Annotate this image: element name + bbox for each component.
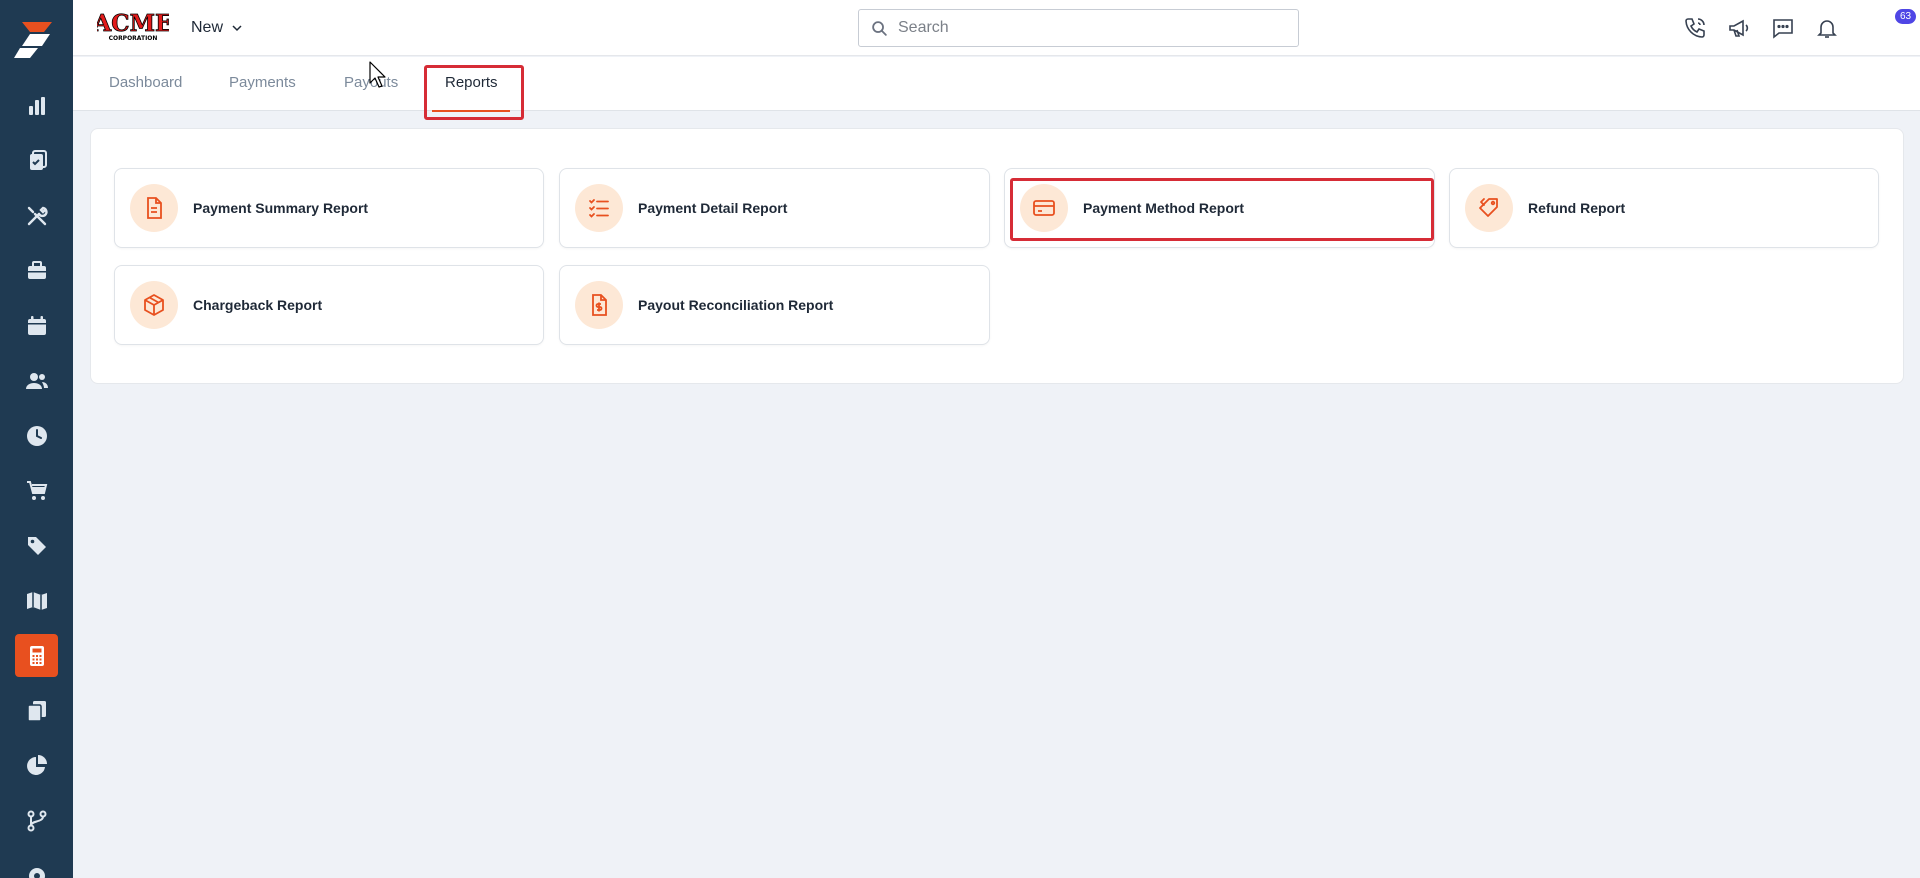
megaphone-icon: [1729, 19, 1749, 37]
pie-chart-icon: [26, 754, 47, 775]
report-icon-circle: [130, 184, 178, 232]
report-label: Payment Detail Report: [638, 200, 788, 216]
chat-icon: [1773, 19, 1793, 39]
report-card-payout-reconciliation[interactable]: Payout Reconciliation Report: [559, 265, 990, 345]
sidebar-item-calendar[interactable]: [15, 304, 58, 347]
report-card-payment-method[interactable]: Payment Method Report: [1004, 168, 1435, 248]
reports-panel: Payment Summary Report Payment Detail Re…: [90, 128, 1904, 384]
phone-button[interactable]: [1681, 14, 1709, 42]
sidebar-item-customers[interactable]: [15, 359, 58, 402]
svg-text:CORPORATION: CORPORATION: [109, 35, 158, 42]
tools-icon: [27, 206, 48, 225]
report-label: Payment Method Report: [1083, 200, 1245, 216]
report-card-chargeback[interactable]: Chargeback Report: [114, 265, 544, 345]
tab-reports[interactable]: Reports: [445, 74, 498, 91]
search-box[interactable]: [858, 9, 1299, 47]
tag-refund-icon: [1479, 198, 1498, 217]
mouse-cursor-icon: [369, 61, 386, 88]
report-icon-circle: [575, 281, 623, 329]
sidebar-item-settings[interactable]: [15, 854, 58, 878]
settings-icon: [28, 867, 45, 878]
sidebar-item-workflows[interactable]: [15, 799, 58, 842]
sidebar: [0, 0, 73, 878]
report-label: Payout Reconciliation Report: [638, 297, 834, 313]
calculator-icon: [29, 645, 44, 666]
sidebar-item-reports[interactable]: [15, 744, 58, 787]
sidebar-item-jobs[interactable]: [15, 249, 58, 292]
sidebar-item-store[interactable]: [15, 469, 58, 512]
report-card-refund[interactable]: Refund Report: [1449, 168, 1879, 248]
messages-button[interactable]: [1769, 14, 1797, 42]
announcements-button[interactable]: [1725, 14, 1753, 42]
dollar-document-icon: [592, 294, 607, 316]
new-button-label: New: [191, 19, 224, 36]
sidebar-item-pricing[interactable]: [15, 524, 58, 567]
workflow-icon: [27, 810, 46, 831]
tab-payments[interactable]: Payments: [229, 74, 296, 91]
svg-text:ACME: ACME: [97, 10, 169, 37]
new-button[interactable]: New: [191, 16, 243, 40]
sidebar-item-map[interactable]: [15, 579, 58, 622]
report-card-payment-summary[interactable]: Payment Summary Report: [114, 168, 544, 248]
calendar-icon: [27, 315, 46, 335]
box-icon: [144, 294, 164, 316]
bell-icon: [1817, 20, 1837, 38]
active-tab-indicator: [432, 110, 510, 112]
search-icon: [872, 20, 887, 36]
users-icon: [25, 372, 48, 389]
sidebar-item-documents[interactable]: [15, 689, 58, 732]
sidebar-item-tools[interactable]: [15, 194, 58, 237]
credit-card-icon: [1033, 200, 1055, 216]
report-icon-circle: [1465, 184, 1513, 232]
bar-chart-icon: [28, 96, 45, 115]
briefcase-icon: [27, 260, 46, 279]
tab-dashboard[interactable]: Dashboard: [109, 74, 182, 91]
report-label: Refund Report: [1528, 200, 1626, 216]
search-input[interactable]: [898, 19, 1278, 37]
notifications-button[interactable]: [1813, 14, 1841, 42]
clipboard-icon: [29, 149, 47, 170]
tag-icon: [27, 536, 46, 555]
app-logo-icon[interactable]: [14, 18, 58, 62]
report-label: Chargeback Report: [193, 297, 323, 313]
report-icon-circle: [1020, 184, 1068, 232]
sidebar-item-tasks[interactable]: [15, 139, 58, 182]
files-icon: [26, 700, 46, 722]
top-header: ACME CORPORATION New 63: [73, 0, 1920, 56]
report-card-payment-detail[interactable]: Payment Detail Report: [559, 168, 990, 248]
sidebar-item-analytics[interactable]: [15, 84, 58, 127]
cart-icon: [26, 480, 47, 500]
map-icon: [26, 591, 47, 610]
report-label: Payment Summary Report: [193, 200, 369, 216]
checklist-icon: [589, 199, 609, 218]
notification-count-badge: 63: [1895, 9, 1916, 24]
clock-icon: [26, 425, 47, 446]
chevron-down-icon: [232, 25, 242, 32]
phone-icon: [1685, 18, 1705, 38]
tabs-bar: Dashboard Payments Payouts Reports: [73, 57, 1920, 112]
report-icon-circle: [130, 281, 178, 329]
document-icon: [147, 197, 162, 219]
sidebar-item-timesheets[interactable]: [15, 414, 58, 457]
sidebar-item-accounting[interactable]: [15, 634, 58, 677]
acme-logo[interactable]: ACME CORPORATION: [97, 9, 169, 43]
report-icon-circle: [575, 184, 623, 232]
